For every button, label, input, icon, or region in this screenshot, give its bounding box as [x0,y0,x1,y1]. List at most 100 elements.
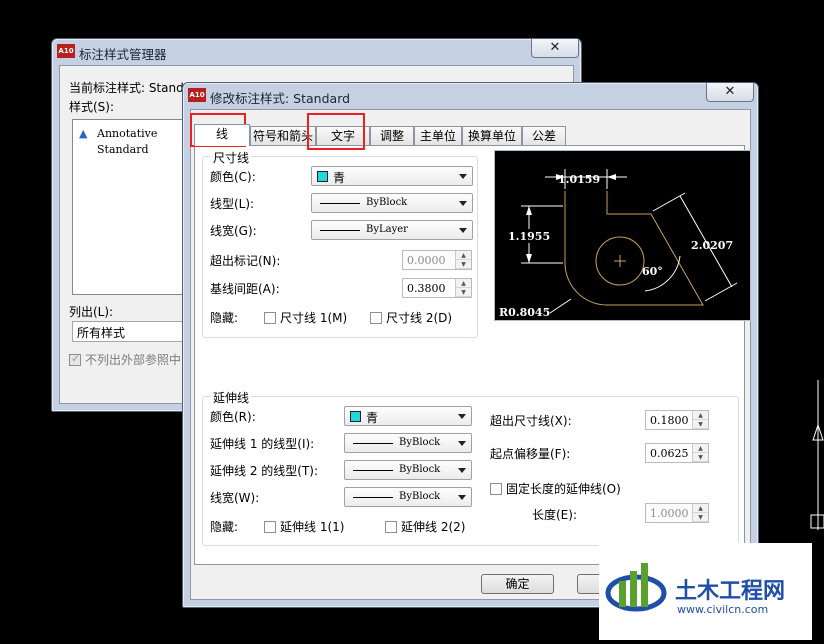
chevron-down-icon [458,468,466,473]
fixed-length-label: 固定长度的延伸线(O) [506,482,621,496]
spin-up-icon[interactable]: ▲ [693,411,708,420]
ext-lineweight-value: ByBlock [399,491,441,502]
spin-up-icon[interactable]: ▲ [693,444,708,453]
ext-line [652,192,686,212]
line-sample-icon [320,203,360,204]
ext-suppress-label: 隐藏: [210,520,239,534]
ext-beyond-value: 0.1800 [650,414,689,427]
dim-color-value: 青 [333,171,346,185]
dim-lines-group: 尺寸线 颜色(C): 青 线型(L): ByBlock 线宽(G): ByLay… [202,149,478,338]
dim-lineweight-select[interactable]: ByLayer [311,220,473,240]
checkbox[interactable] [385,521,397,533]
spin-down-icon[interactable]: ▼ [693,420,708,429]
ext-linetype1-select[interactable]: ByBlock [344,433,472,453]
checkbox[interactable] [264,521,276,533]
cyan-swatch-icon [350,411,361,422]
suppress-ext-line-2[interactable]: 延伸线 2(2) [385,518,465,535]
dim-linetype-value: ByBlock [366,197,408,208]
ext-lines-group-title: 延伸线 [211,389,252,406]
watermark-title: 土木工程网 [675,579,786,604]
checkbox[interactable] [490,483,502,495]
watermark: 土木工程网 www.civilcn.com [599,543,812,640]
tab-fit[interactable]: 调整 [370,126,414,145]
ext-beyond-label: 超出尺寸线(X): [490,414,572,428]
suppress-ext-line-2-label: 延伸线 2(2) [401,520,466,534]
top-dim-text: 1.0159 [558,173,600,186]
ext-color-value: 青 [366,411,379,425]
line-sample-icon [353,497,393,498]
suppress-dim-line-1-label: 尺寸线 1(M) [280,311,348,325]
suppress-dim-line-2[interactable]: 尺寸线 2(D) [370,309,452,326]
window-title: 标注样式管理器 [79,47,167,62]
suppress-dim-line-1[interactable]: 尺寸线 1(M) [264,309,347,326]
styles-list[interactable]: ▲ Annotative Standard [72,119,194,295]
tab-tolerances[interactable]: 公差 [522,126,566,145]
titlebar[interactable]: A10 标注样式管理器 ✕ [52,39,581,65]
spin-up-icon[interactable]: ▲ [456,279,471,288]
suppress-ext-line-1[interactable]: 延伸线 1(1) [264,518,344,535]
list-dropdown-value: 所有样式 [77,326,126,340]
radius-leader [549,298,572,314]
spin-up-icon: ▲ [456,251,471,260]
xref-checkbox-box[interactable] [69,352,81,366]
ext-lineweight-select[interactable]: ByBlock [344,487,472,507]
chevron-down-icon [459,228,467,233]
close-button[interactable]: ✕ [531,39,579,58]
extend-ticks-label: 超出标记(N): [210,254,281,268]
ext-linetype2-value: ByBlock [399,464,441,475]
baseline-spacing-value: 0.3800 [407,282,446,295]
logo-bar [619,581,626,607]
suppress-ext-line-1-label: 延伸线 1(1) [280,520,345,534]
part-outline [564,191,704,306]
ext-offset-spinner[interactable]: 0.0625 ▲ ▼ [645,443,709,463]
annotative-icon: ▲ [79,127,88,140]
right-dim-text: 2.0207 [691,239,733,252]
chevron-down-icon [459,174,467,179]
dim-linetype-select[interactable]: ByBlock [311,193,473,213]
lines-tab-panel: 尺寸线 颜色(C): 青 线型(L): ByBlock 线宽(G): ByLay… [194,145,751,565]
modify-dim-style-dialog: A10 修改标注样式: Standard ✕ 线 符号和箭头 文字 调整 主单位… [182,82,759,608]
tab-lines[interactable]: 线 [194,124,250,146]
spin-down-icon[interactable]: ▼ [693,453,708,462]
ext-color-label: 颜色(R): [210,410,256,424]
checkbox[interactable] [370,312,382,324]
style-item-standard[interactable]: Standard [97,143,149,156]
checkbox[interactable] [264,312,276,324]
ext-color-select[interactable]: 青 [344,406,472,426]
dim-suppress-label: 隐藏: [210,311,239,325]
dim-style-preview: 1.0159 1.1955 2.0207 60° R0.8045 [494,150,751,321]
suppress-dim-line-2-label: 尺寸线 2(D) [386,311,453,325]
ok-button[interactable]: 确定 [481,574,554,594]
extend-ticks-spinner: 0.0000 ▲ ▼ [402,250,472,270]
close-button[interactable]: ✕ [706,83,754,102]
angle-text: 60° [642,265,663,278]
dim-color-select[interactable]: 青 [311,166,473,186]
xref-checkbox[interactable]: 不列出外部参照中 [69,351,181,368]
spin-down-icon[interactable]: ▼ [456,288,471,297]
line-sample-icon [353,470,393,471]
style-item-annotative[interactable]: Annotative [97,127,157,140]
left-dim-text: 1.1955 [508,230,550,243]
ext-lines-group: 延伸线 颜色(R): 青 延伸线 1 的线型(I): ByBlock 延伸线 2… [202,389,739,546]
dim-color-label: 颜色(C): [210,170,256,184]
baseline-spacing-spinner[interactable]: 0.3800 ▲ ▼ [402,278,472,298]
ext-beyond-spinner[interactable]: 0.1800 ▲ ▼ [645,410,709,430]
ext-linetype1-value: ByBlock [399,437,441,448]
titlebar[interactable]: A10 修改标注样式: Standard ✕ [183,83,758,109]
ucs-icon [810,380,824,530]
dialog-client-area: 线 符号和箭头 文字 调整 主单位 换算单位 公差 尺寸线 颜色(C): 青 线… [190,109,751,600]
chevron-down-icon [459,201,467,206]
fixed-length-checkbox[interactable]: 固定长度的延伸线(O) [490,480,621,497]
ext-offset-label: 起点偏移量(F): [490,447,571,461]
cyan-swatch-icon [317,171,328,182]
current-style-label: 当前标注样式: Stand [69,81,184,95]
length-spinner: 1.0000 ▲ ▼ [645,503,709,523]
highlight-text-tab [307,113,365,150]
tab-primary-units[interactable]: 主单位 [414,126,462,145]
chevron-down-icon [458,495,466,500]
ext-linetype2-select[interactable]: ByBlock [344,460,472,480]
list-dropdown[interactable]: 所有样式 [72,321,194,342]
autocad-app-icon: A10 [188,88,206,102]
tab-alternate-units[interactable]: 换算单位 [462,126,522,145]
chevron-down-icon [458,441,466,446]
